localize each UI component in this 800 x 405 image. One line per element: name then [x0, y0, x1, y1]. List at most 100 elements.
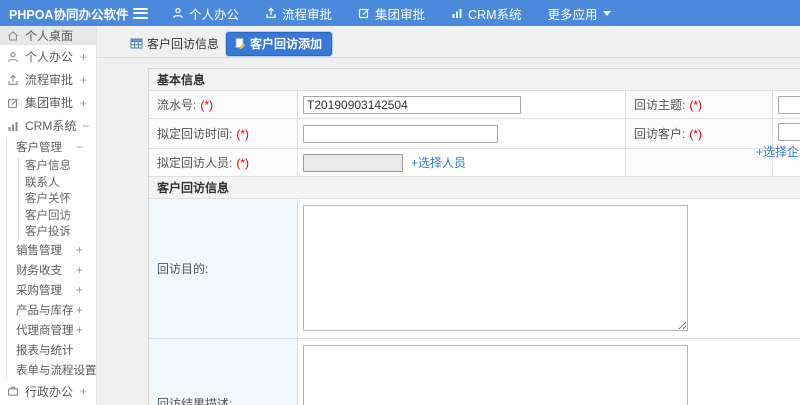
briefcase-icon: [7, 386, 19, 396]
nav-more-apps[interactable]: 更多应用: [548, 4, 611, 23]
sidebar-item-customer-info[interactable]: 客户信息: [19, 157, 96, 174]
sidebar-item-customer-complaint[interactable]: 客户投诉: [19, 223, 96, 240]
section-header-visit-info: 客户回访信息: [149, 177, 800, 199]
visit-purpose-textarea[interactable]: [303, 205, 688, 331]
nav-label: 流程审批: [282, 7, 333, 22]
bar-chart-icon: [452, 9, 462, 18]
sidebar-item-label: 销售管理: [16, 244, 62, 257]
field-label: 回访主题:: [634, 98, 686, 112]
customer-management-submenu: 客户信息 联系人 客户关怀 客户回访 客户投诉: [18, 157, 96, 240]
expand-plus-icon: +: [79, 384, 87, 398]
visit-result-textarea[interactable]: [303, 345, 688, 405]
field-label: 流水号:: [157, 98, 197, 112]
sidebar-item-admin-office[interactable]: 行政办公 +: [0, 380, 96, 403]
menu-toggle-icon[interactable]: [133, 7, 148, 19]
visit-purpose-cell: [298, 199, 800, 339]
divider: [97, 57, 800, 58]
planned-person-label: 拟定回访人员: (*): [149, 149, 298, 177]
sidebar: 个人桌面 个人办公 + 流程审批 + 集团审批 + CRM系统 − 客户管理 −: [0, 26, 97, 405]
app-window: PHPOA协同办公软件 个人办公 流程审批 集团审批 CRM系统 更多应用 个人…: [0, 0, 800, 405]
sidebar-item-customer-visit[interactable]: 客户回访: [19, 207, 96, 224]
nav-workflow-approval[interactable]: 流程审批: [265, 4, 332, 23]
collapse-minus-icon: −: [75, 140, 83, 154]
sidebar-item-label: 联系人: [25, 176, 60, 189]
sidebar-item-reports-statistics[interactable]: 报表与统计: [7, 340, 96, 360]
home-icon: [8, 30, 18, 41]
sidebar-item-form-workflow-settings[interactable]: 表单与流程设置 +: [7, 360, 96, 380]
sidebar-item-contacts[interactable]: 联系人: [19, 174, 96, 191]
select-person-link[interactable]: +选择人员: [411, 154, 466, 171]
visit-result-cell: [298, 339, 800, 405]
sidebar-item-label: 客户投诉: [25, 226, 71, 239]
sidebar-item-label: 产品与库存: [16, 304, 74, 317]
sidebar-item-label: 客户信息: [25, 160, 71, 173]
top-nav: 个人办公 流程审批 集团审批 CRM系统 更多应用: [172, 4, 611, 23]
visit-customer-cell: +选择企业: [756, 119, 800, 159]
required-mark: (*): [689, 97, 703, 112]
sidebar-item-label: 客户管理: [16, 142, 62, 154]
table-grid-icon: [130, 38, 143, 49]
sidebar-item-group-approval[interactable]: 集团审批 +: [0, 91, 96, 114]
sidebar-item-sales-management[interactable]: 销售管理 +: [7, 240, 96, 260]
expand-plus-icon: +: [79, 95, 87, 110]
visit-topic-input[interactable]: [778, 95, 800, 114]
empty-label-cell: [626, 149, 773, 177]
nav-group-approval[interactable]: 集团审批: [358, 4, 425, 23]
planned-time-input[interactable]: [303, 124, 498, 143]
field-label: 拟定回访人员:: [157, 156, 233, 170]
sidebar-item-finance[interactable]: 财务收支 +: [7, 260, 96, 280]
visit-topic-cell: [773, 91, 800, 119]
planned-person-input[interactable]: [303, 153, 403, 172]
top-navigation-bar: PHPOA协同办公软件 个人办公 流程审批 集团审批 CRM系统 更多应用: [0, 0, 800, 26]
expand-plus-icon: +: [75, 242, 83, 257]
sidebar-item-label: 个人办公: [25, 50, 74, 64]
serial-number-label: 流水号: (*): [149, 91, 298, 119]
visit-topic-label: 回访主题: (*): [626, 91, 773, 119]
sidebar-item-customer-care[interactable]: 客户关怀: [19, 190, 96, 207]
visit-purpose-label: 回访目的:: [149, 199, 298, 339]
visit-customer-label: 回访客户: (*): [626, 119, 773, 149]
tab-label: 客户回访信息: [147, 37, 220, 51]
sidebar-item-customer-management[interactable]: 客户管理 −: [7, 137, 96, 157]
sidebar-item-products-inventory[interactable]: 产品与库存 +: [7, 300, 96, 320]
edit-icon: [7, 98, 18, 108]
nav-label: 更多应用: [547, 7, 598, 22]
sidebar-item-crm-system[interactable]: CRM系统 −: [0, 114, 96, 137]
nav-label: 集团审批: [375, 7, 426, 22]
sidebar-item-label: 集团审批: [25, 96, 74, 110]
expand-plus-icon: +: [79, 72, 87, 87]
field-label: 回访目的:: [157, 262, 209, 276]
field-label: 回访结果描述:: [157, 397, 233, 405]
sidebar-item-personal-office[interactable]: 个人办公 +: [0, 45, 96, 68]
tab-visit-add[interactable]: 客户回访添加: [226, 31, 333, 56]
planned-person-cell: +选择人员: [298, 149, 626, 177]
content-tabs: 客户回访信息 客户回访添加: [130, 31, 333, 56]
sidebar-item-label: 代理商管理: [16, 324, 74, 337]
planned-time-cell: [298, 119, 626, 149]
serial-number-input[interactable]: [303, 95, 521, 114]
sidebar-item-agent-management[interactable]: 代理商管理 +: [7, 320, 96, 340]
nav-personal-office[interactable]: 个人办公: [172, 4, 239, 23]
bar-chart-icon: [8, 121, 18, 131]
person-icon: [8, 51, 18, 62]
required-mark: (*): [200, 97, 214, 112]
sidebar-item-label: 个人桌面: [25, 29, 74, 43]
visit-add-form: 基本信息 流水号: (*) 回访主题: (*) 拟定回访时间: (*) 回访客户…: [148, 68, 800, 405]
edit-icon: [358, 8, 369, 19]
field-label: 拟定回访时间:: [157, 127, 233, 141]
sidebar-item-label: 表单与流程设置: [16, 364, 97, 377]
sidebar-item-purchasing[interactable]: 采购管理 +: [7, 280, 96, 300]
upload-icon: [8, 74, 18, 85]
required-mark: (*): [236, 155, 250, 170]
sidebar-item-personal-desktop[interactable]: 个人桌面: [0, 26, 96, 45]
select-company-link[interactable]: +选择企业: [756, 143, 800, 160]
required-mark: (*): [689, 126, 703, 141]
tab-visit-info[interactable]: 客户回访信息: [130, 35, 219, 52]
crm-submenu: 客户管理 − 客户信息 联系人 客户关怀 客户回访 客户投诉 销售管理 + 财务…: [6, 137, 96, 380]
nav-crm-system[interactable]: CRM系统: [451, 4, 522, 23]
field-label: 回访客户:: [634, 127, 686, 141]
visit-customer-input[interactable]: [778, 123, 800, 141]
sidebar-item-workflow-approval[interactable]: 流程审批 +: [0, 68, 96, 91]
visit-result-label: 回访结果描述:: [149, 339, 298, 405]
sidebar-item-label: 采购管理: [16, 284, 62, 297]
